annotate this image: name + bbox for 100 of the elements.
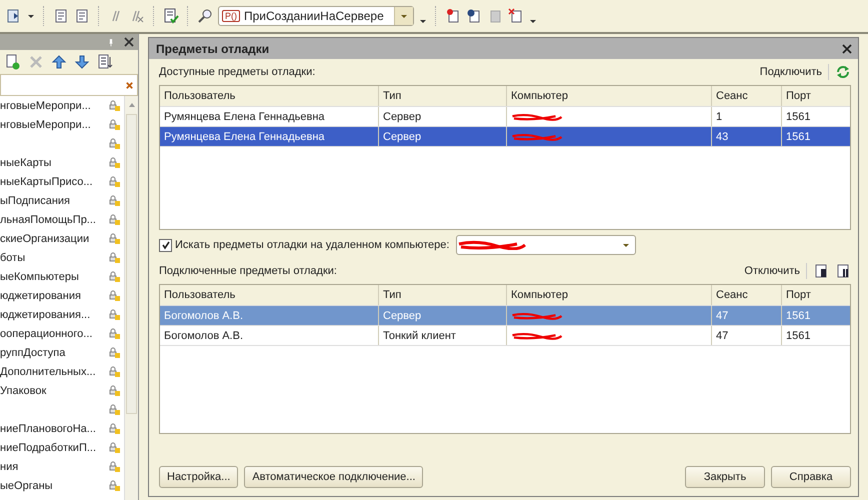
table-cell: Богомолов А.В. <box>160 306 379 325</box>
redaction-scribble <box>511 330 563 340</box>
table-row[interactable]: Румянцева Елена Геннадьевна Сервер 43 1561 <box>160 127 850 147</box>
sidebar-item[interactable]: ния <box>0 460 18 472</box>
lock-icon <box>109 442 121 454</box>
column-header[interactable]: Порт <box>782 86 850 106</box>
sidebar-item[interactable]: ныеКарты <box>0 156 52 168</box>
lock-icon <box>109 176 121 188</box>
redaction-scribble <box>511 310 563 320</box>
column-header[interactable]: Пользователь <box>160 285 379 305</box>
table-cell: Сервер <box>379 306 507 325</box>
table-cell: 47 <box>712 326 782 345</box>
checkbox-label: Искать предметы отладки на удаленном компьютере: <box>175 239 450 251</box>
search-field[interactable] <box>0 74 138 96</box>
sidebar-item[interactable]: льнаяПомощьПр... <box>0 214 96 226</box>
lock-icon <box>109 270 121 282</box>
dialog-button[interactable]: Закрыть <box>685 466 765 488</box>
redaction-scribble <box>511 112 563 122</box>
column-header[interactable]: Сеанс <box>712 285 782 305</box>
sidebar-item[interactable]: ооперационного... <box>0 328 92 340</box>
lock-icon <box>109 194 121 206</box>
dropdown-arrow-icon[interactable] <box>529 17 537 25</box>
document-icon[interactable] <box>835 263 851 279</box>
section-label: Подключенные предметы отладки: <box>159 265 337 277</box>
table-cell: Сервер <box>379 107 507 126</box>
redaction-scribble <box>511 132 563 142</box>
column-header[interactable]: Тип <box>379 285 507 305</box>
dialog-button[interactable]: Настройка... <box>159 466 238 488</box>
lock-icon <box>109 460 121 472</box>
breakpoint-icon[interactable] <box>445 8 461 24</box>
sidebar-item[interactable]: ыеОрганы <box>0 480 53 492</box>
table-cell: Румянцева Елена Геннадьевна <box>160 107 379 126</box>
dropdown-arrow-icon[interactable] <box>27 12 35 20</box>
search-icon[interactable] <box>197 8 213 24</box>
lock-icon <box>109 100 121 112</box>
table-cell: Румянцева Елена Геннадьевна <box>160 127 379 146</box>
link-button[interactable]: Отключить <box>744 265 800 277</box>
column-header[interactable]: Компьютер <box>507 86 712 106</box>
delete-icon <box>28 54 44 70</box>
lock-icon <box>109 232 121 244</box>
computer-combo[interactable] <box>456 235 636 255</box>
sidebar-item[interactable]: ыеКомпьютеры <box>0 270 79 282</box>
sidebar-item[interactable]: руппДоступа <box>0 346 66 358</box>
arrow-up-icon[interactable] <box>51 54 67 70</box>
column-header[interactable]: Пользователь <box>160 86 379 106</box>
table-cell: 1 <box>712 107 782 126</box>
sidebar-item[interactable]: ныеКартыПрисо... <box>0 176 93 188</box>
sidebar-item[interactable]: ниеПодработкиП... <box>0 442 96 454</box>
dialog-button[interactable]: Справка <box>771 466 851 488</box>
close-icon[interactable] <box>124 37 134 47</box>
column-header[interactable]: Сеанс <box>712 86 782 106</box>
table-cell: 47 <box>712 306 782 325</box>
clear-icon[interactable] <box>125 80 134 90</box>
arrow-down-icon[interactable] <box>74 54 90 70</box>
scrollbar[interactable] <box>124 96 138 500</box>
sidebar-item[interactable]: Упаковок <box>0 384 46 396</box>
sidebar-item[interactable]: ыПодписания <box>0 194 70 206</box>
sidebar-item[interactable]: юджетирования <box>0 290 81 302</box>
lock-icon <box>109 138 121 150</box>
delete-document-icon[interactable] <box>508 8 524 24</box>
lock-icon <box>109 308 121 320</box>
table-cell: Богомолов А.В. <box>160 326 379 345</box>
checkbox[interactable] <box>159 238 172 252</box>
lock-icon <box>109 346 121 358</box>
sidebar-item[interactable]: нговыеМеропри... <box>0 100 91 112</box>
document-icon[interactable] <box>813 263 829 279</box>
sidebar-item[interactable]: юджетирования... <box>0 308 90 320</box>
sort-list-icon[interactable] <box>97 54 113 70</box>
column-header[interactable]: Компьютер <box>507 285 712 305</box>
dropdown-arrow-icon[interactable] <box>419 17 427 25</box>
lock-icon <box>109 328 121 340</box>
link-button[interactable]: Подключить <box>760 66 822 78</box>
table-cell-text: 1561 <box>785 130 812 144</box>
lock-icon <box>109 480 121 492</box>
table-cell-text: 1561 <box>785 308 812 324</box>
sidebar-item[interactable]: нговыеМеропри... <box>0 118 91 130</box>
dialog-title: Предметы отладки <box>156 42 270 56</box>
section-label: Доступные предметы отладки: <box>159 66 316 78</box>
column-header[interactable]: Порт <box>782 285 850 305</box>
refresh-icon[interactable] <box>835 64 851 80</box>
lock-icon <box>109 214 121 226</box>
dialog-button[interactable]: Автоматическое подключение... <box>244 466 424 488</box>
lock-icon <box>109 252 121 264</box>
sidebar-item[interactable]: Дополнительных... <box>0 366 96 378</box>
close-icon[interactable] <box>842 44 852 54</box>
lock-icon <box>109 366 121 378</box>
sidebar-item[interactable]: скиеОрганизации <box>0 232 90 244</box>
column-header[interactable]: Тип <box>379 86 507 106</box>
table-cell: Сервер <box>379 127 507 146</box>
dropdown-arrow-icon[interactable] <box>400 12 408 20</box>
sidebar-item[interactable]: ниеПлановогоНа... <box>0 422 96 434</box>
table-row[interactable]: Богомолов А.В. Тонкий клиент 47 1561 <box>160 326 850 346</box>
checklist-icon[interactable] <box>163 8 179 24</box>
table-cell: Тонкий клиент <box>379 326 507 345</box>
dropdown-arrow-icon[interactable] <box>622 241 630 249</box>
lock-icon <box>109 156 121 168</box>
lock-icon <box>109 384 121 396</box>
add-icon[interactable] <box>5 54 21 70</box>
sidebar-item[interactable]: боты <box>0 252 26 264</box>
procedure-dropdown[interactable]: P() ПриСозданииНаСервере <box>218 6 414 26</box>
